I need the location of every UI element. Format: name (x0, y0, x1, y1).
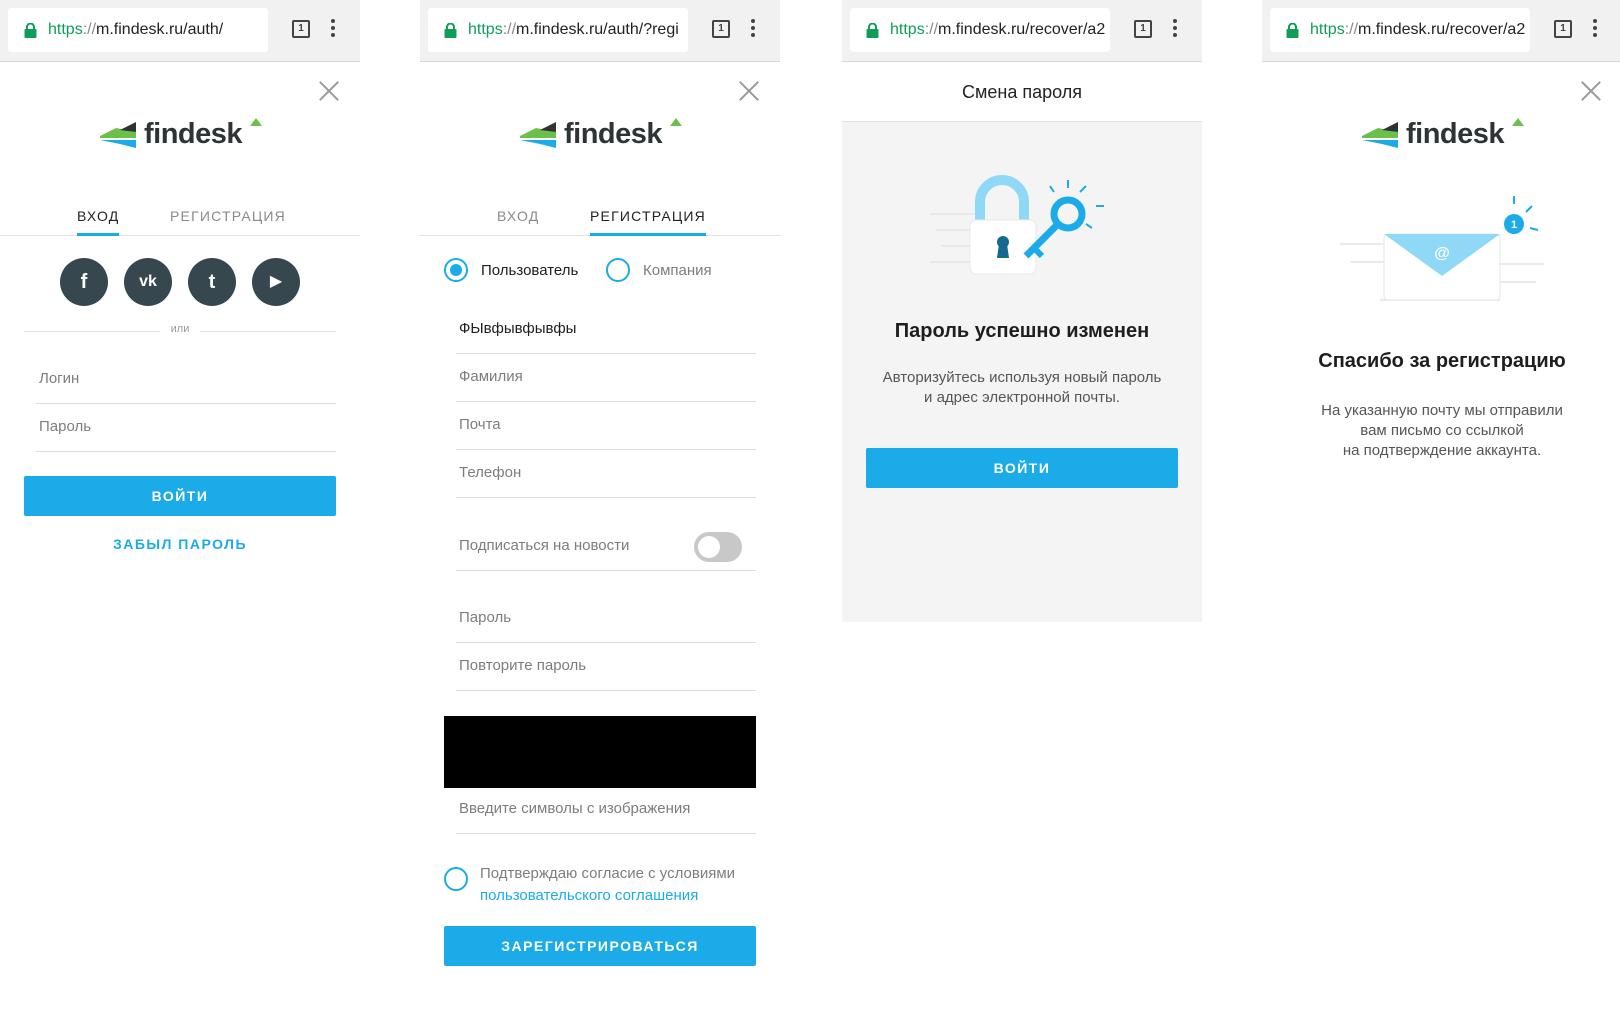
register-screen: https://m.findesk.ru/auth/?regi 1 findes… (420, 0, 780, 1011)
url-text: https://m.findesk.ru/auth/?regi (468, 21, 679, 38)
thanks-message-line-2: вам письмо со ссылкой (1360, 422, 1524, 439)
phone-field[interactable]: Телефон (456, 450, 756, 498)
url-text: https://m.findesk.ru/recover/a2 (1310, 21, 1526, 38)
agreement-label: Подтверждаю согласие с условиями (480, 865, 736, 882)
address-bar[interactable]: https://m.findesk.ru/recover/a2 (1270, 8, 1530, 52)
password-input[interactable]: Пароль (36, 404, 336, 452)
password-field[interactable]: Пароль (456, 595, 756, 643)
logo-arrow-icon (1512, 118, 1524, 126)
email-field[interactable]: Почта (456, 402, 756, 450)
registration-success-screen: https://m.findesk.ru/recover/a2 1 findes… (1262, 0, 1620, 1011)
address-bar[interactable]: https://m.findesk.ru/auth/ (8, 8, 268, 52)
browser-toolbar: https://m.findesk.ru/recover/a2 1 (842, 0, 1202, 62)
lock-icon (866, 23, 879, 38)
register-button[interactable]: ЗАРЕГИСТРИРОВАТЬСЯ (444, 926, 756, 966)
overflow-menu-icon[interactable] (328, 18, 338, 40)
findesk-logo: findesk (1362, 118, 1532, 158)
close-icon[interactable] (738, 80, 760, 102)
logo-mark-icon (1362, 122, 1398, 148)
tab-switcher-button[interactable]: 1 (1134, 20, 1152, 38)
tab-login[interactable]: ВХОД (497, 208, 539, 236)
content-panel: Пароль успешно изменен Авторизуйтесь исп… (842, 122, 1202, 622)
success-message-line-2: и адрес электронной почты. (924, 389, 1120, 406)
envelope-symbol: @ (1434, 245, 1450, 262)
login-input[interactable]: Логин (36, 356, 336, 404)
url-text: https://m.findesk.ru/auth/ (48, 21, 224, 38)
logo-wordmark: findesk (1406, 118, 1505, 150)
password-repeat-field[interactable]: Повторите пароль (456, 643, 756, 691)
browser-toolbar: https://m.findesk.ru/recover/a2 1 (1262, 0, 1620, 62)
logo-arrow-icon (670, 118, 682, 126)
tab-register[interactable]: РЕГИСТРАЦИЯ (170, 208, 286, 236)
browser-toolbar: https://m.findesk.ru/auth/?regi 1 (420, 0, 780, 62)
auth-tabs: ВХОД РЕГИСТРАЦИЯ (420, 208, 780, 236)
account-type-company-radio[interactable] (606, 258, 630, 282)
success-heading: Пароль успешно изменен (894, 320, 1150, 342)
page-title: Смена пароля (842, 62, 1202, 122)
password-changed-screen: https://m.findesk.ru/recover/a2 1 Смена … (842, 0, 1202, 1011)
lock-icon (1286, 23, 1299, 38)
login-button[interactable]: ВОЙТИ (24, 476, 336, 516)
thanks-heading: Спасибо за регистрацию (1318, 350, 1566, 372)
user-agreement-link[interactable]: пользовательского соглашения (480, 887, 698, 904)
findesk-logo: findesk (520, 118, 690, 158)
newsletter-toggle[interactable] (694, 532, 742, 562)
login-screen: https://m.findesk.ru/auth/ 1 findesk ВХО… (0, 0, 360, 1011)
auth-tabs: ВХОД РЕГИСТРАЦИЯ (0, 208, 360, 236)
findesk-logo: findesk (100, 118, 270, 158)
vk-icon[interactable]: vk (124, 258, 172, 306)
agree-checkbox[interactable] (444, 867, 468, 891)
notification-badge: 1 (1511, 219, 1517, 231)
account-type-company-label: Компания (643, 262, 712, 279)
url-text: https://m.findesk.ru/recover/a2 (890, 21, 1106, 38)
tab-register[interactable]: РЕГИСТРАЦИЯ (590, 208, 706, 236)
captcha-field[interactable]: Введите символы с изображения (456, 786, 756, 834)
tab-login[interactable]: ВХОД (77, 208, 120, 236)
forgot-password-link[interactable]: ЗАБЫЛ ПАРОЛЬ (0, 536, 360, 552)
login-button[interactable]: ВОЙТИ (866, 448, 1178, 488)
lock-icon (444, 23, 457, 38)
logo-mark-icon (100, 122, 136, 148)
captcha-image (444, 716, 756, 788)
close-icon[interactable] (318, 80, 340, 102)
lock-key-illustration (930, 175, 1104, 275)
browser-toolbar: https://m.findesk.ru/auth/ 1 (0, 0, 360, 62)
newsletter-label: Подписаться на новости (459, 537, 630, 554)
tab-switcher-button[interactable]: 1 (292, 20, 310, 38)
thanks-message-line-3: на подтверждение аккаунта. (1342, 442, 1542, 459)
twitter-icon[interactable]: t (188, 258, 236, 306)
close-icon[interactable] (1580, 80, 1602, 102)
envelope-illustration: @ 1 (1340, 196, 1544, 301)
logo-mark-icon (520, 122, 556, 148)
address-bar[interactable]: https://m.findesk.ru/auth/?regi (428, 8, 688, 52)
last-name-field[interactable]: Фамилия (456, 354, 756, 402)
overflow-menu-icon[interactable] (1590, 18, 1600, 40)
first-name-field[interactable]: ФЫвфывфывфы (456, 306, 756, 354)
facebook-icon[interactable]: f (60, 258, 108, 306)
logo-wordmark: findesk (564, 118, 663, 150)
overflow-menu-icon[interactable] (748, 18, 758, 40)
success-message-line-1: Авторизуйтесь используя новый пароль (882, 369, 1162, 386)
youtube-icon[interactable]: ▶ (252, 258, 300, 306)
address-bar[interactable]: https://m.findesk.ru/recover/a2 (850, 8, 1110, 52)
account-type-user-label: Пользователь (481, 262, 579, 279)
or-label: или (160, 323, 200, 335)
overflow-menu-icon[interactable] (1170, 18, 1180, 40)
tab-switcher-button[interactable]: 1 (712, 20, 730, 38)
lock-icon (24, 23, 37, 38)
account-type-user-radio[interactable] (444, 258, 468, 282)
tab-switcher-button[interactable]: 1 (1554, 20, 1572, 38)
logo-arrow-icon (250, 118, 262, 126)
thanks-message-line-1: На указанную почту мы отправили (1321, 402, 1563, 419)
logo-wordmark: findesk (144, 118, 243, 150)
agreement-text: Подтверждаю согласие с условиями пользов… (480, 863, 770, 907)
